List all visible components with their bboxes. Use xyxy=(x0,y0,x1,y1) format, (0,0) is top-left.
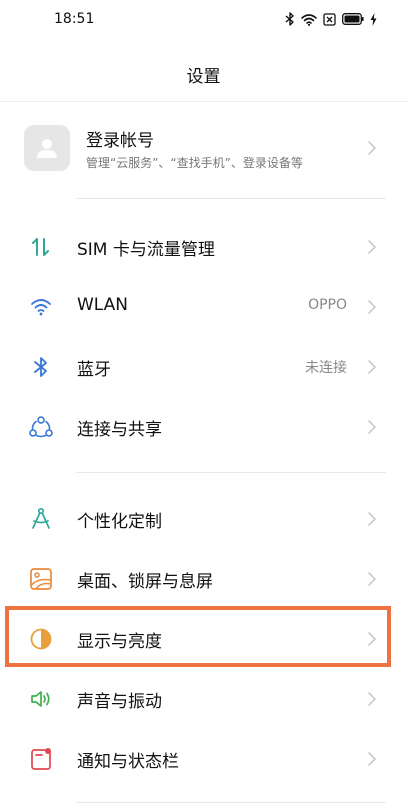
chevron-right-icon xyxy=(367,751,377,767)
account-name: 登录帐号 xyxy=(86,131,154,151)
settings-item-label: 连接与共享 xyxy=(77,420,162,440)
status-icons xyxy=(285,12,377,26)
settings-item-personalization[interactable]: 个性化定制 xyxy=(0,490,407,546)
settings-screen: 18:51 设置 登录帐号 管理“云服务”、“查找手机”、登录设备等 SIM 卡… xyxy=(0,0,407,806)
sim-off-icon xyxy=(323,12,336,26)
settings-item-label: 通知与状态栏 xyxy=(77,752,179,772)
settings-item-home-lock-screen[interactable]: 桌面、锁屏与息屏 xyxy=(0,550,407,606)
bluetooth-icon xyxy=(28,354,54,380)
settings-item-value: OPPO xyxy=(308,297,347,313)
settings-item-label: 个性化定制 xyxy=(77,512,162,532)
section-divider xyxy=(76,198,386,199)
settings-item-label: 桌面、锁屏与息屏 xyxy=(77,572,213,592)
sim-data-icon xyxy=(28,234,54,260)
compass-icon xyxy=(28,506,54,532)
wallpaper-icon xyxy=(28,566,54,592)
battery-icon xyxy=(342,13,364,25)
section-divider xyxy=(76,472,386,473)
settings-item-label: 蓝牙 xyxy=(77,360,111,380)
title-divider xyxy=(0,101,407,102)
status-time: 18:51 xyxy=(54,11,95,27)
speaker-icon xyxy=(28,686,54,712)
chevron-right-icon xyxy=(367,511,377,527)
brightness-icon xyxy=(28,626,54,652)
settings-item-wlan[interactable]: WLAN OPPO xyxy=(0,278,407,334)
chevron-right-icon xyxy=(367,419,377,435)
settings-item-label: 显示与亮度 xyxy=(77,632,162,652)
settings-item-label: 声音与振动 xyxy=(77,692,162,712)
bluetooth-icon xyxy=(285,12,295,26)
account-description: 管理“云服务”、“查找手机”、登录设备等 xyxy=(86,156,303,170)
settings-item-display-brightness[interactable]: 显示与亮度 xyxy=(0,610,407,666)
settings-item-notifications-status-bar[interactable]: 通知与状态栏 xyxy=(0,730,407,786)
wifi-icon xyxy=(301,13,317,26)
section-divider xyxy=(76,802,386,803)
chevron-right-icon xyxy=(367,571,377,587)
chevron-right-icon xyxy=(367,239,377,255)
settings-item-bluetooth[interactable]: 蓝牙 未连接 xyxy=(0,338,407,394)
share-nodes-icon xyxy=(28,414,54,440)
settings-item-sound-vibration[interactable]: 声音与振动 xyxy=(0,670,407,726)
chevron-right-icon xyxy=(367,691,377,707)
status-bar: 18:51 xyxy=(0,0,407,40)
chevron-right-icon xyxy=(367,140,377,156)
chevron-right-icon xyxy=(367,359,377,375)
notification-icon xyxy=(28,746,54,772)
settings-item-connection-sharing[interactable]: 连接与共享 xyxy=(0,398,407,454)
settings-item-label: WLAN xyxy=(77,295,129,315)
charging-icon xyxy=(370,12,377,26)
settings-item-sim-data[interactable]: SIM 卡与流量管理 xyxy=(0,218,407,274)
wifi-icon xyxy=(28,294,54,320)
account-row[interactable]: 登录帐号 管理“云服务”、“查找手机”、登录设备等 xyxy=(0,114,407,182)
chevron-right-icon xyxy=(367,631,377,647)
settings-item-value: 未连接 xyxy=(305,360,347,376)
avatar xyxy=(24,125,70,171)
settings-item-label: SIM 卡与流量管理 xyxy=(77,240,215,260)
page-title: 设置 xyxy=(186,67,221,87)
chevron-right-icon xyxy=(367,299,377,315)
